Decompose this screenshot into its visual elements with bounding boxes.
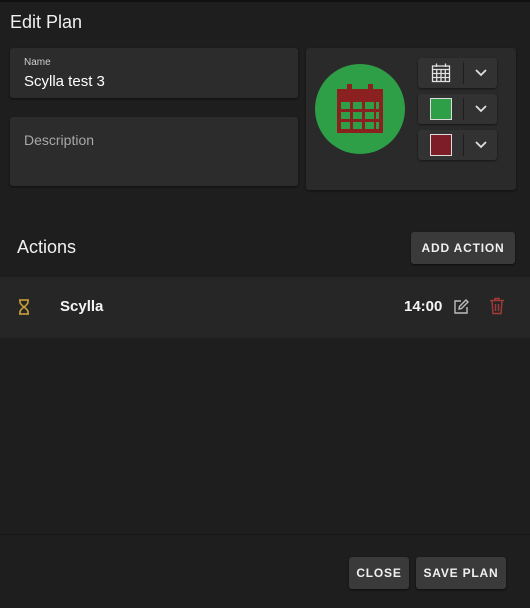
- delete-action-button[interactable]: [489, 297, 505, 320]
- chevron-down-icon: [474, 141, 487, 149]
- description-field[interactable]: Description: [10, 117, 298, 186]
- icon-color-picker[interactable]: [418, 130, 497, 160]
- icon-color-dropdown[interactable]: [464, 130, 497, 160]
- icon-picker[interactable]: [418, 58, 497, 88]
- dialog-title: Edit Plan: [10, 12, 83, 32]
- top-divider: [0, 0, 530, 2]
- save-plan-button[interactable]: SAVE PLAN: [416, 557, 506, 589]
- name-input[interactable]: Scylla test 3: [24, 73, 105, 90]
- background-color-dropdown[interactable]: [464, 94, 497, 124]
- add-action-button[interactable]: ADD ACTION: [411, 232, 515, 264]
- edit-icon: [454, 299, 469, 314]
- icon-panel: [306, 48, 516, 190]
- chevron-down-icon: [474, 105, 487, 113]
- icon-picker-dropdown[interactable]: [464, 58, 497, 88]
- chevron-down-icon: [474, 69, 487, 77]
- action-row[interactable]: Scylla 14:00: [0, 277, 530, 338]
- plan-icon-preview: [315, 64, 405, 154]
- actions-heading: Actions: [17, 237, 77, 257]
- trash-icon: [490, 297, 504, 315]
- description-placeholder: Description: [24, 132, 95, 148]
- action-time: 14:00: [404, 298, 443, 315]
- footer-divider: [0, 534, 530, 535]
- calendar-icon: [337, 84, 383, 133]
- hourglass-icon: [19, 299, 29, 315]
- action-name: Scylla: [60, 298, 104, 315]
- name-field[interactable]: Name Scylla test 3: [10, 48, 298, 98]
- name-label: Name: [24, 57, 51, 68]
- close-button[interactable]: CLOSE: [349, 557, 409, 589]
- background-color-swatch: [429, 98, 452, 120]
- icon-color-swatch: [429, 134, 452, 156]
- edit-action-button[interactable]: [452, 298, 470, 321]
- calendar-grid-icon: [431, 63, 450, 83]
- background-color-picker[interactable]: [418, 94, 497, 124]
